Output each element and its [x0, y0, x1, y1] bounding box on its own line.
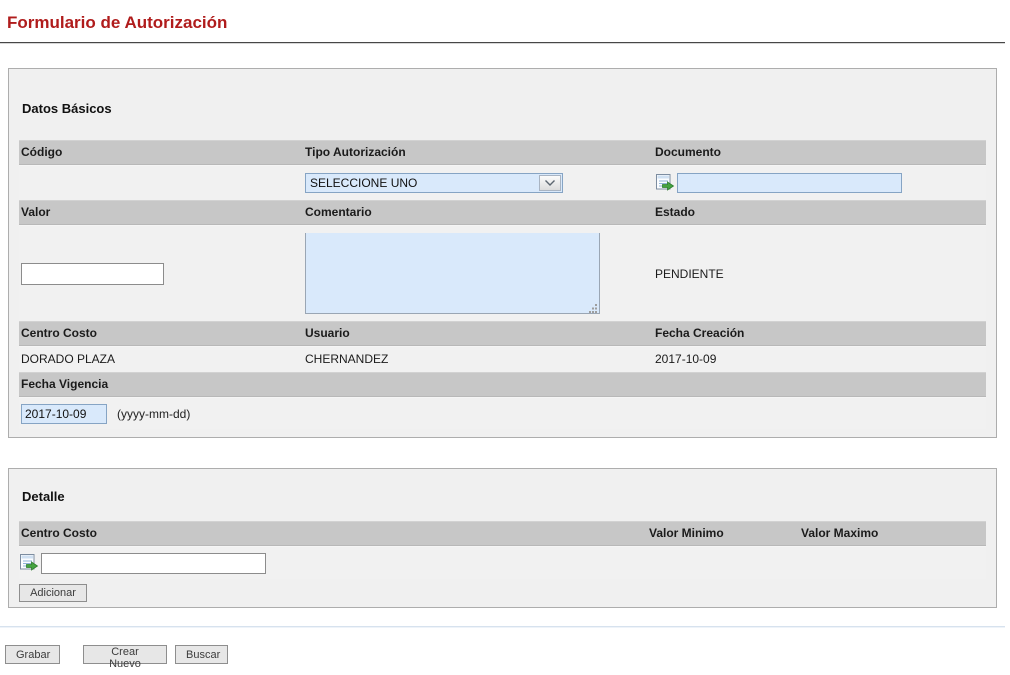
documento-input[interactable] — [677, 173, 902, 193]
controls-row-4: (yyyy-mm-dd) — [19, 398, 986, 429]
datos-basicos-table: Código Tipo Autorización Documento SELEC… — [19, 140, 986, 429]
fecha-vigencia-input[interactable] — [21, 404, 107, 424]
centro-costo-label: Centro Costo — [19, 321, 303, 346]
codigo-label: Código — [19, 140, 303, 165]
grabar-button[interactable]: Grabar — [5, 645, 60, 664]
detalle-centro-costo-lookup-icon[interactable] — [19, 553, 39, 573]
values-row-3: DORADO PLAZA CHERNANDEZ 2017-10-09 — [19, 347, 986, 372]
comentario-label: Comentario — [303, 200, 653, 225]
header-row-2: Valor Comentario Estado — [19, 200, 986, 226]
fecha-creacion-label: Fecha Creación — [653, 321, 986, 346]
controls-row-2: PENDIENTE — [19, 226, 986, 321]
detalle-panel: Detalle Centro Costo Valor Minimo Valor … — [8, 468, 997, 608]
usuario-label: Usuario — [303, 321, 653, 346]
detalle-valor-minimo-column: Valor Minimo — [647, 521, 799, 546]
tipo-autorizacion-select[interactable]: SELECCIONE UNO — [305, 173, 563, 193]
header-row-4: Fecha Vigencia — [19, 372, 986, 398]
estado-label: Estado — [653, 200, 986, 225]
tipo-autorizacion-selected-option: SELECCIONE UNO — [306, 176, 539, 190]
detalle-input-row — [19, 547, 986, 579]
adicionar-button[interactable]: Adicionar — [19, 584, 87, 602]
page-title: Formulario de Autorización — [7, 13, 1010, 33]
tipo-autorizacion-label: Tipo Autorización — [303, 140, 653, 165]
datos-basicos-title: Datos Básicos — [22, 101, 986, 116]
usuario-value: CHERNANDEZ — [303, 347, 653, 372]
documento-label: Documento — [653, 140, 986, 165]
datos-basicos-panel: Datos Básicos Código Tipo Autorización D… — [8, 68, 997, 438]
comentario-textarea[interactable] — [305, 233, 600, 314]
estado-value: PENDIENTE — [653, 267, 986, 281]
authorization-form-page: Formulario de Autorización Datos Básicos… — [0, 0, 1010, 675]
fecha-vigencia-format-hint: (yyyy-mm-dd) — [117, 407, 190, 421]
detalle-centro-costo-column: Centro Costo — [19, 521, 647, 546]
controls-row-1: SELECCIONE UNO — [19, 166, 986, 200]
centro-costo-value: DORADO PLAZA — [19, 347, 303, 372]
chevron-down-icon[interactable] — [539, 175, 561, 191]
title-divider — [0, 42, 1005, 44]
header-row-1: Código Tipo Autorización Documento — [19, 140, 986, 166]
detalle-header-row: Centro Costo Valor Minimo Valor Maximo — [19, 521, 986, 547]
footer-buttons: Grabar Crear Nuevo Buscar — [0, 645, 1010, 664]
detalle-title: Detalle — [22, 489, 986, 504]
buscar-button[interactable]: Buscar — [175, 645, 228, 664]
detalle-table: Centro Costo Valor Minimo Valor Maximo — [19, 521, 986, 602]
header-row-3: Centro Costo Usuario Fecha Creación — [19, 321, 986, 347]
fecha-creacion-value: 2017-10-09 — [653, 347, 986, 372]
valor-label: Valor — [19, 200, 303, 225]
footer-divider — [0, 626, 1005, 628]
detalle-valor-maximo-column: Valor Maximo — [799, 521, 986, 546]
valor-input[interactable] — [21, 263, 164, 285]
detalle-centro-costo-input[interactable] — [41, 553, 266, 574]
fecha-vigencia-label: Fecha Vigencia — [19, 372, 986, 397]
documento-lookup-icon[interactable] — [655, 173, 675, 193]
crear-nuevo-button[interactable]: Crear Nuevo — [83, 645, 167, 664]
